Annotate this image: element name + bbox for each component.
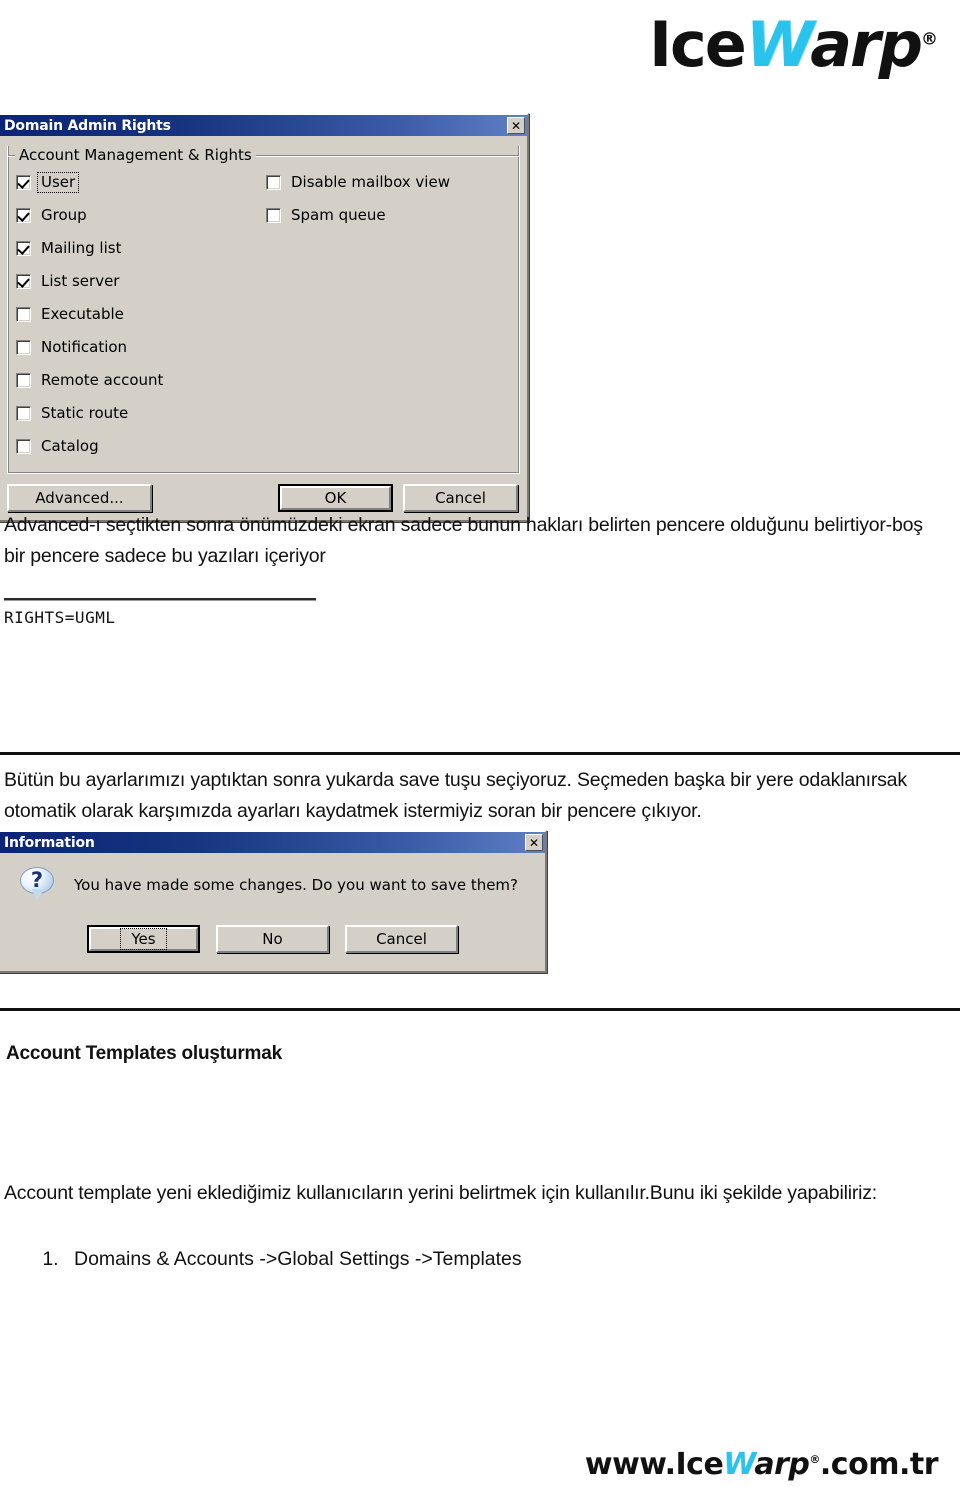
- checkbox-label-list-server[interactable]: List server: [39, 273, 121, 290]
- footer-website: www.IceWarp®.com.tr: [584, 1447, 939, 1482]
- no-button-label: No: [262, 930, 283, 948]
- footer-suffix: .com.tr: [819, 1447, 939, 1482]
- advanced-button[interactable]: Advanced...: [7, 484, 152, 512]
- checkbox-remote-account[interactable]: [16, 373, 31, 388]
- info-cancel-button-label: Cancel: [376, 930, 427, 948]
- groupbox-label: Account Management & Rights: [15, 146, 256, 165]
- checkbox-spam-queue[interactable]: [266, 208, 281, 223]
- ok-button[interactable]: OK: [278, 484, 393, 512]
- account-management-groupbox: Account Management & Rights User Group M…: [7, 146, 520, 474]
- checkbox-row-remote-account[interactable]: Remote account: [16, 364, 266, 397]
- cancel-button[interactable]: Cancel: [403, 484, 518, 512]
- checkbox-user[interactable]: [16, 175, 31, 190]
- checkbox-label-catalog[interactable]: Catalog: [39, 438, 101, 455]
- question-mark-glyph: ?: [30, 868, 44, 892]
- checkbox-executable[interactable]: [16, 307, 31, 322]
- checkbox-row-group[interactable]: Group: [16, 199, 266, 232]
- footer-text-w: W: [723, 1447, 756, 1482]
- logo-text-ice: Ice: [648, 8, 747, 81]
- checkbox-label-disable-mailbox-view[interactable]: Disable mailbox view: [289, 174, 452, 191]
- list-item: Domains & Accounts ->Global Settings ->T…: [64, 1244, 522, 1275]
- checkbox-label-group[interactable]: Group: [39, 207, 89, 224]
- cancel-button-label: Cancel: [435, 489, 486, 507]
- checkbox-row-disable-mailbox-view[interactable]: Disable mailbox view: [266, 166, 506, 199]
- rights-left-column: User Group Mailing list List server Exec…: [16, 166, 266, 463]
- domain-admin-rights-dialog: Domain Admin Rights ✕ Account Management…: [0, 113, 529, 522]
- info-dialog-title: Information: [4, 834, 95, 851]
- logo-text-arp: arp: [810, 8, 923, 81]
- checkbox-row-notification[interactable]: Notification: [16, 331, 266, 364]
- checkbox-mailing-list[interactable]: [16, 241, 31, 256]
- code-rights-line: RIGHTS=UGML: [4, 608, 116, 627]
- checkbox-label-spam-queue[interactable]: Spam queue: [289, 207, 388, 224]
- no-button[interactable]: No: [216, 925, 329, 953]
- footer-text-ice: Ice: [675, 1447, 724, 1482]
- checkbox-label-remote-account[interactable]: Remote account: [39, 372, 165, 389]
- checkbox-row-catalog[interactable]: Catalog: [16, 430, 266, 463]
- checkbox-notification[interactable]: [16, 340, 31, 355]
- dialog-titlebar: Domain Admin Rights ✕: [0, 115, 527, 136]
- divider-bottom: [0, 1008, 960, 1011]
- checkbox-row-mailing-list[interactable]: Mailing list: [16, 232, 266, 265]
- checkbox-disable-mailbox-view[interactable]: [266, 175, 281, 190]
- yes-button-label: Yes: [120, 928, 167, 950]
- close-icon[interactable]: ✕: [525, 834, 543, 851]
- checkbox-list-server[interactable]: [16, 274, 31, 289]
- paragraph-save-description: Bütün bu ayarlarımızı yaptıktan sonra yu…: [4, 769, 907, 822]
- divider-above-code: [4, 598, 316, 601]
- info-cancel-button[interactable]: Cancel: [345, 925, 458, 953]
- info-dialog-titlebar: Information ✕: [0, 832, 545, 853]
- checkbox-row-spam-queue[interactable]: Spam queue: [266, 199, 506, 232]
- footer-text-arp: arp: [754, 1447, 810, 1482]
- checkbox-catalog[interactable]: [16, 439, 31, 454]
- question-bubble-icon: ?: [20, 867, 56, 903]
- rights-right-column: Disable mailbox view Spam queue: [266, 166, 506, 463]
- info-dialog-body: ? You have made some changes. Do you wan…: [0, 853, 545, 971]
- info-dialog-message: You have made some changes. Do you want …: [74, 876, 519, 894]
- paragraph-template-description: Account template yeni eklediğimiz kullan…: [4, 1182, 878, 1204]
- checkbox-static-route[interactable]: [16, 406, 31, 421]
- divider-top: [0, 752, 960, 755]
- logo-text-w: W: [745, 8, 814, 81]
- section-heading: Account Templates oluşturmak: [6, 1043, 282, 1064]
- dialog-title: Domain Admin Rights: [4, 117, 171, 134]
- checkbox-label-executable[interactable]: Executable: [39, 306, 126, 323]
- ok-button-label: OK: [324, 489, 347, 507]
- checkbox-group[interactable]: [16, 208, 31, 223]
- advanced-button-label: Advanced...: [35, 489, 124, 507]
- checkbox-label-static-route[interactable]: Static route: [39, 405, 130, 422]
- checkbox-row-user[interactable]: User: [16, 166, 266, 199]
- checkbox-row-static-route[interactable]: Static route: [16, 397, 266, 430]
- checkbox-label-notification[interactable]: Notification: [39, 339, 129, 356]
- yes-button[interactable]: Yes: [87, 925, 200, 953]
- information-dialog: Information ✕ ? You have made some chang…: [0, 830, 547, 973]
- logo-registered-mark: ®: [921, 29, 938, 50]
- dialog-button-row: Advanced... OK Cancel: [7, 483, 520, 513]
- document-page: IceWarp® Domain Admin Rights ✕ Account M…: [0, 0, 960, 1500]
- footer-registered-mark: ®: [809, 1453, 820, 1466]
- checkbox-label-user[interactable]: User: [36, 172, 80, 193]
- paragraph-advanced-description: Advanced-ı seçtikten sonra önümüzdeki ek…: [4, 514, 923, 567]
- checkbox-row-list-server[interactable]: List server: [16, 265, 266, 298]
- checkbox-row-executable[interactable]: Executable: [16, 298, 266, 331]
- icewarp-logo: IceWarp®: [649, 14, 938, 76]
- footer-prefix: www.: [584, 1447, 676, 1482]
- dialog-body: Account Management & Rights User Group M…: [0, 136, 527, 520]
- steps-list: Domains & Accounts ->Global Settings ->T…: [0, 1244, 522, 1275]
- close-icon[interactable]: ✕: [507, 117, 525, 134]
- checkbox-label-mailing-list[interactable]: Mailing list: [39, 240, 123, 257]
